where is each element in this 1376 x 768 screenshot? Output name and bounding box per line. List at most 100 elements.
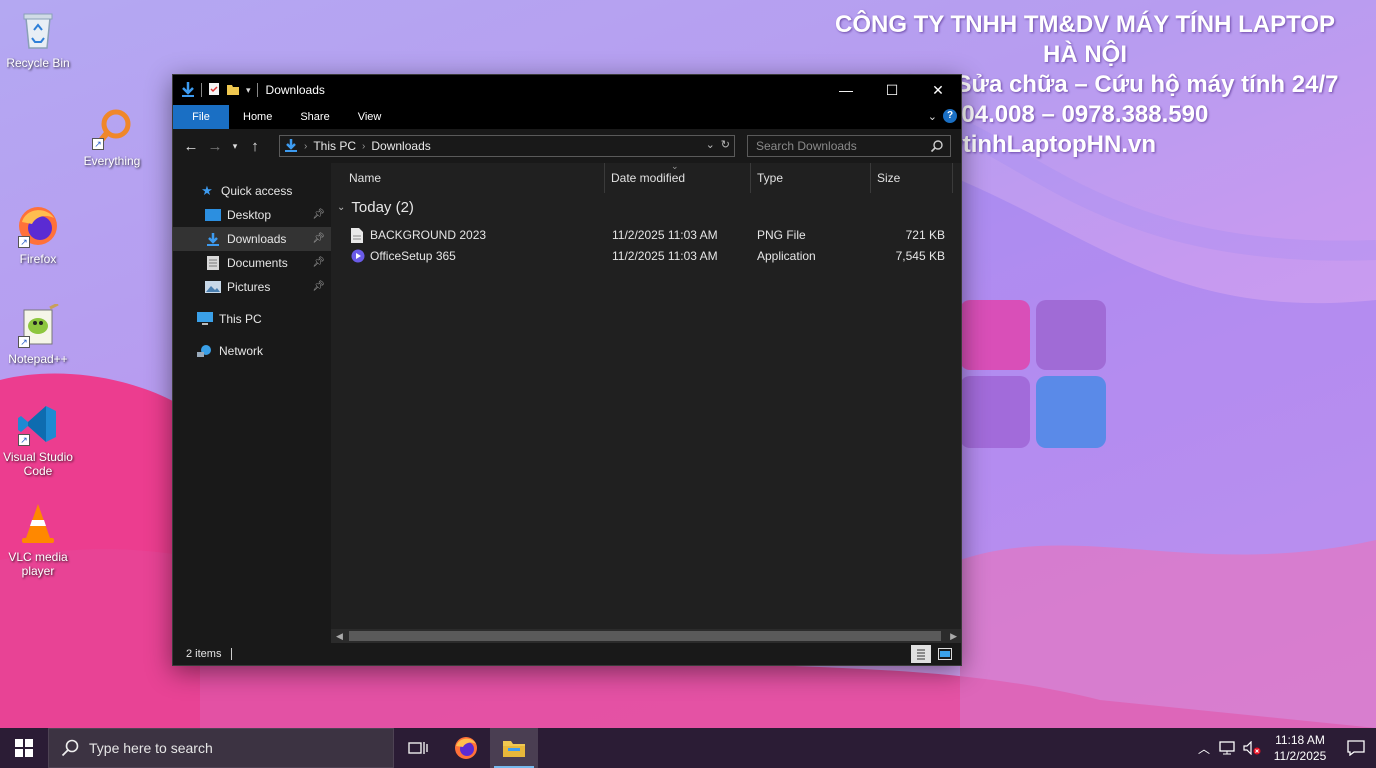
minimize-button[interactable]: — — [823, 75, 869, 105]
scrollbar-thumb[interactable] — [349, 631, 941, 641]
search-input[interactable]: Search Downloads — [756, 139, 857, 153]
scroll-left-arrow-icon[interactable]: ◀ — [336, 629, 343, 643]
desktop-icon-vlc[interactable]: VLC media player — [0, 502, 76, 578]
refresh-icon[interactable]: ↻ — [721, 138, 730, 151]
shortcut-arrow-icon: ↗ — [18, 236, 30, 248]
column-header-name[interactable]: Name — [343, 163, 605, 193]
show-hidden-icons-chevron-icon[interactable]: ︿ — [1192, 728, 1216, 768]
nav-item-label: Quick access — [221, 184, 293, 198]
nav-item-label: This PC — [219, 312, 262, 326]
taskbar-firefox[interactable] — [442, 728, 490, 768]
desktop-icon-vscode[interactable]: ↗ Visual Studio Code — [0, 402, 76, 478]
vlc-cone-icon — [16, 502, 60, 546]
breadcrumb-this-pc[interactable]: This PC — [313, 139, 356, 153]
group-header-today[interactable]: ⌄ Today (2) — [337, 199, 414, 216]
file-type: Application — [757, 249, 816, 263]
file-name: BACKGROUND 2023 — [370, 228, 487, 242]
tab-home[interactable]: Home — [229, 105, 286, 129]
pin-icon[interactable]: 📌︎ — [312, 281, 325, 292]
nav-item-pictures[interactable]: Pictures 📌︎ — [173, 275, 331, 299]
toolbar-separator — [256, 83, 258, 97]
close-button[interactable]: ✕ — [915, 75, 961, 105]
explorer-body: ★ Quick access Desktop 📌︎ Downloads 📌︎ D… — [173, 161, 961, 643]
desktop-icon-firefox[interactable]: ↗ Firefox — [0, 204, 76, 266]
breadcrumb-downloads[interactable]: Downloads — [371, 139, 430, 153]
breadcrumb-separator-icon: › — [362, 140, 366, 152]
desktop-icon-label: Firefox — [19, 252, 57, 266]
file-explorer-icon — [503, 741, 525, 757]
desktop-icon-recycle-bin[interactable]: Recycle Bin — [0, 8, 76, 70]
clock-time: 11:18 AM — [1275, 733, 1325, 747]
scroll-right-arrow-icon[interactable]: ▶ — [950, 629, 957, 643]
pictures-folder-icon — [205, 280, 221, 294]
search-icon — [61, 739, 79, 757]
clock[interactable]: 11:18 AM 11/2/2025 — [1264, 732, 1336, 764]
file-explorer-window: ▾ Downloads — ☐ ✕ File Home Share View ⌄… — [172, 74, 962, 666]
customize-toolbar-dropdown-icon[interactable]: ▾ — [246, 85, 251, 96]
shortcut-arrow-icon: ↗ — [18, 336, 30, 348]
expand-ribbon-chevron-icon[interactable]: ⌄ — [928, 110, 937, 123]
file-row[interactable]: BACKGROUND 2023 11/2/2025 11:03 AM PNG F… — [331, 225, 951, 246]
pin-icon[interactable]: 📌︎ — [312, 233, 325, 244]
network-icon — [197, 344, 213, 358]
taskbar-file-explorer[interactable] — [490, 728, 538, 768]
notification-center-button[interactable] — [1336, 728, 1376, 768]
desktop-icon-notepad-plus-plus[interactable]: ↗ Notepad++ — [0, 302, 76, 366]
volume-muted-icon[interactable] — [1240, 728, 1264, 768]
downloads-folder-icon — [205, 232, 221, 246]
file-row[interactable]: OfficeSetup 365 11/2/2025 11:03 AM Appli… — [331, 246, 951, 267]
taskbar-search-input[interactable]: Type here to search — [89, 740, 213, 756]
maximize-button[interactable]: ☐ — [869, 75, 915, 105]
downloads-location-icon — [284, 138, 298, 155]
view-switcher — [911, 645, 955, 663]
pin-icon[interactable]: 📌︎ — [312, 209, 325, 220]
nav-item-quick-access[interactable]: ★ Quick access — [173, 179, 331, 203]
desktop-folder-icon — [205, 208, 221, 222]
properties-icon[interactable] — [208, 82, 220, 99]
office-setup-icon — [351, 249, 365, 264]
nav-item-documents[interactable]: Documents 📌︎ — [173, 251, 331, 275]
star-icon: ★ — [201, 183, 213, 198]
file-size: 7,545 KB — [895, 249, 945, 263]
title-bar[interactable]: ▾ Downloads — ☐ ✕ — [173, 75, 961, 105]
collapse-chevron-icon[interactable]: ⌄ — [337, 202, 345, 213]
forward-arrow-icon[interactable]: → — [203, 134, 227, 158]
nav-item-downloads[interactable]: Downloads 📌︎ — [173, 227, 331, 251]
tab-file[interactable]: File — [173, 105, 229, 129]
firefox-icon — [455, 737, 477, 759]
status-separator — [231, 648, 233, 660]
address-history-dropdown-icon[interactable]: ⌄ — [706, 138, 715, 151]
horizontal-scrollbar[interactable]: ◀ ▶ — [331, 629, 961, 643]
large-icons-view-icon[interactable] — [935, 645, 955, 663]
png-file-icon — [351, 228, 365, 243]
nav-item-network[interactable]: Network — [173, 339, 331, 363]
tab-view[interactable]: View — [344, 105, 396, 129]
recent-locations-chevron-icon[interactable]: ▾ — [227, 134, 243, 158]
taskbar-search-box[interactable]: Type here to search — [48, 728, 394, 768]
task-view-button[interactable] — [394, 728, 442, 768]
tab-share[interactable]: Share — [286, 105, 343, 129]
new-folder-icon[interactable] — [226, 82, 240, 99]
help-icon[interactable]: ? — [943, 109, 957, 123]
banner-line-1: CÔNG TY TNHH TM&DV MÁY TÍNH LAPTOP HÀ NỘ… — [834, 11, 1335, 68]
search-box[interactable]: Search Downloads — [747, 135, 951, 157]
up-arrow-icon[interactable]: ↑ — [243, 134, 267, 158]
column-header-size[interactable]: Size — [871, 163, 953, 193]
toolbar-separator — [201, 83, 202, 97]
nav-item-desktop[interactable]: Desktop 📌︎ — [173, 203, 331, 227]
start-button[interactable] — [0, 728, 48, 768]
desktop-icon-everything[interactable]: ↗ Everything — [74, 106, 150, 168]
address-bar[interactable]: › This PC › Downloads ⌄ ↻ — [279, 135, 735, 157]
network-status-icon[interactable] — [1216, 728, 1240, 768]
nav-item-label: Pictures — [227, 280, 271, 294]
column-header-type[interactable]: Type — [751, 163, 871, 193]
file-date: 11/2/2025 11:03 AM — [612, 249, 718, 263]
pin-icon[interactable]: 📌︎ — [312, 257, 325, 268]
details-view-icon[interactable] — [911, 645, 931, 663]
ribbon-tabs: File Home Share View ⌄ ? — [173, 105, 961, 129]
nav-item-this-pc[interactable]: This PC — [173, 307, 331, 331]
group-label: Today (2) — [351, 199, 414, 216]
back-arrow-icon[interactable]: ← — [179, 134, 203, 158]
file-list: Name Date modified Type Size ⌄ ⌄ Today (… — [331, 161, 961, 643]
clock-date: 11/2/2025 — [1273, 749, 1327, 763]
